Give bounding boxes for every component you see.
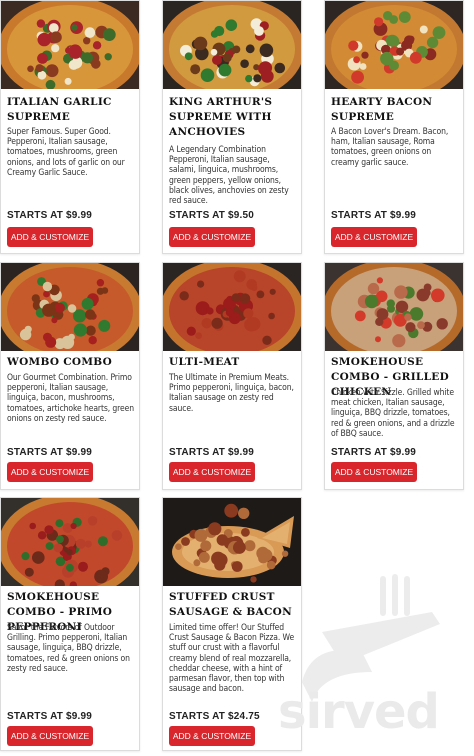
menu-item-card[interactable]: STUFFED CRUST SAUSAGE & BACON Limited tim… xyxy=(162,497,302,751)
add-customize-button[interactable]: ADD & CUSTOMIZE xyxy=(7,726,93,746)
menu-item-card[interactable]: WOMBO COMBO Our Gourmet Combination. Prim… xyxy=(0,262,140,490)
menu-item-card[interactable]: HEARTY BACON SUPREME A Bacon Lover's Drea… xyxy=(324,0,464,254)
pizza-photo[interactable] xyxy=(163,263,301,351)
item-price: STARTS AT $9.99 xyxy=(7,210,93,221)
item-title: STUFFED CRUST SAUSAGE & BACON xyxy=(169,591,292,618)
add-customize-button[interactable]: ADD & CUSTOMIZE xyxy=(7,462,93,482)
item-description: Super Famous. Super Good. Pepperoni, Ita… xyxy=(7,127,125,178)
menu-item-card[interactable]: SMOKEHOUSE COMBO - PRIMO PEPPERONI Savor … xyxy=(0,497,140,751)
item-price: STARTS AT $9.99 xyxy=(7,711,93,722)
menu-item-card[interactable]: ITALIAN GARLIC SUPREME Super Famous. Supe… xyxy=(0,0,140,254)
item-description: A Legendary Combination Pepperoni, Itali… xyxy=(169,145,289,207)
add-customize-button[interactable]: ADD & CUSTOMIZE xyxy=(169,726,255,746)
menu-item-card[interactable]: ULTI-MEAT The Ultimate in Premium Meats. … xyxy=(162,262,302,490)
item-description: A Bacon Lover's Dream. Bacon, ham, Itali… xyxy=(331,127,449,168)
item-title: HEARTY BACON SUPREME xyxy=(331,96,433,123)
menu-item-card[interactable]: KING ARTHUR'S SUPREME WITH ANCHOVIES A Le… xyxy=(162,0,302,254)
item-title: KING ARTHUR'S SUPREME WITH ANCHOVIES xyxy=(169,96,273,138)
pizza-photo[interactable] xyxy=(1,263,139,351)
pizza-photo[interactable] xyxy=(325,1,463,89)
pizza-photo[interactable] xyxy=(1,1,139,89)
pizza-photo[interactable] xyxy=(163,1,301,89)
item-description: The Ultimate in Premium Meats. Primo pep… xyxy=(169,373,294,414)
pizza-photo[interactable] xyxy=(1,498,139,586)
pizza-photo[interactable] xyxy=(325,263,463,351)
add-customize-button[interactable]: ADD & CUSTOMIZE xyxy=(331,227,417,247)
item-description: Savor the Flavors of Outdoor Grilling. P… xyxy=(7,623,130,674)
menu-item-card[interactable]: SMOKEHOUSE COMBO - GRILLED CHICKEN Chicke… xyxy=(324,262,464,490)
item-price: STARTS AT $9.99 xyxy=(331,210,417,221)
pizza-photo[interactable] xyxy=(163,498,301,586)
item-price: STARTS AT $9.99 xyxy=(169,447,255,458)
add-customize-button[interactable]: ADD & CUSTOMIZE xyxy=(169,462,255,482)
item-price: STARTS AT $24.75 xyxy=(169,711,260,722)
item-title: ITALIAN GARLIC SUPREME xyxy=(7,96,112,123)
item-title: ULTI-MEAT xyxy=(169,356,240,368)
add-customize-button[interactable]: ADD & CUSTOMIZE xyxy=(7,227,93,247)
watermark-text: sirved xyxy=(278,684,440,740)
item-title: WOMBO COMBO xyxy=(7,356,113,368)
item-price: STARTS AT $9.99 xyxy=(331,447,417,458)
add-customize-button[interactable]: ADD & CUSTOMIZE xyxy=(331,462,417,482)
item-description: Chicken with Sizzle. Grilled white meat … xyxy=(331,388,455,439)
item-description: Limited time offer! Our Stuffed Crust Sa… xyxy=(169,623,295,695)
item-price: STARTS AT $9.50 xyxy=(169,210,255,221)
item-description: Our Gourmet Combination. Primo pepperoni… xyxy=(7,373,134,424)
add-customize-button[interactable]: ADD & CUSTOMIZE xyxy=(169,227,255,247)
item-price: STARTS AT $9.99 xyxy=(7,447,93,458)
utensils-icon xyxy=(302,574,440,702)
